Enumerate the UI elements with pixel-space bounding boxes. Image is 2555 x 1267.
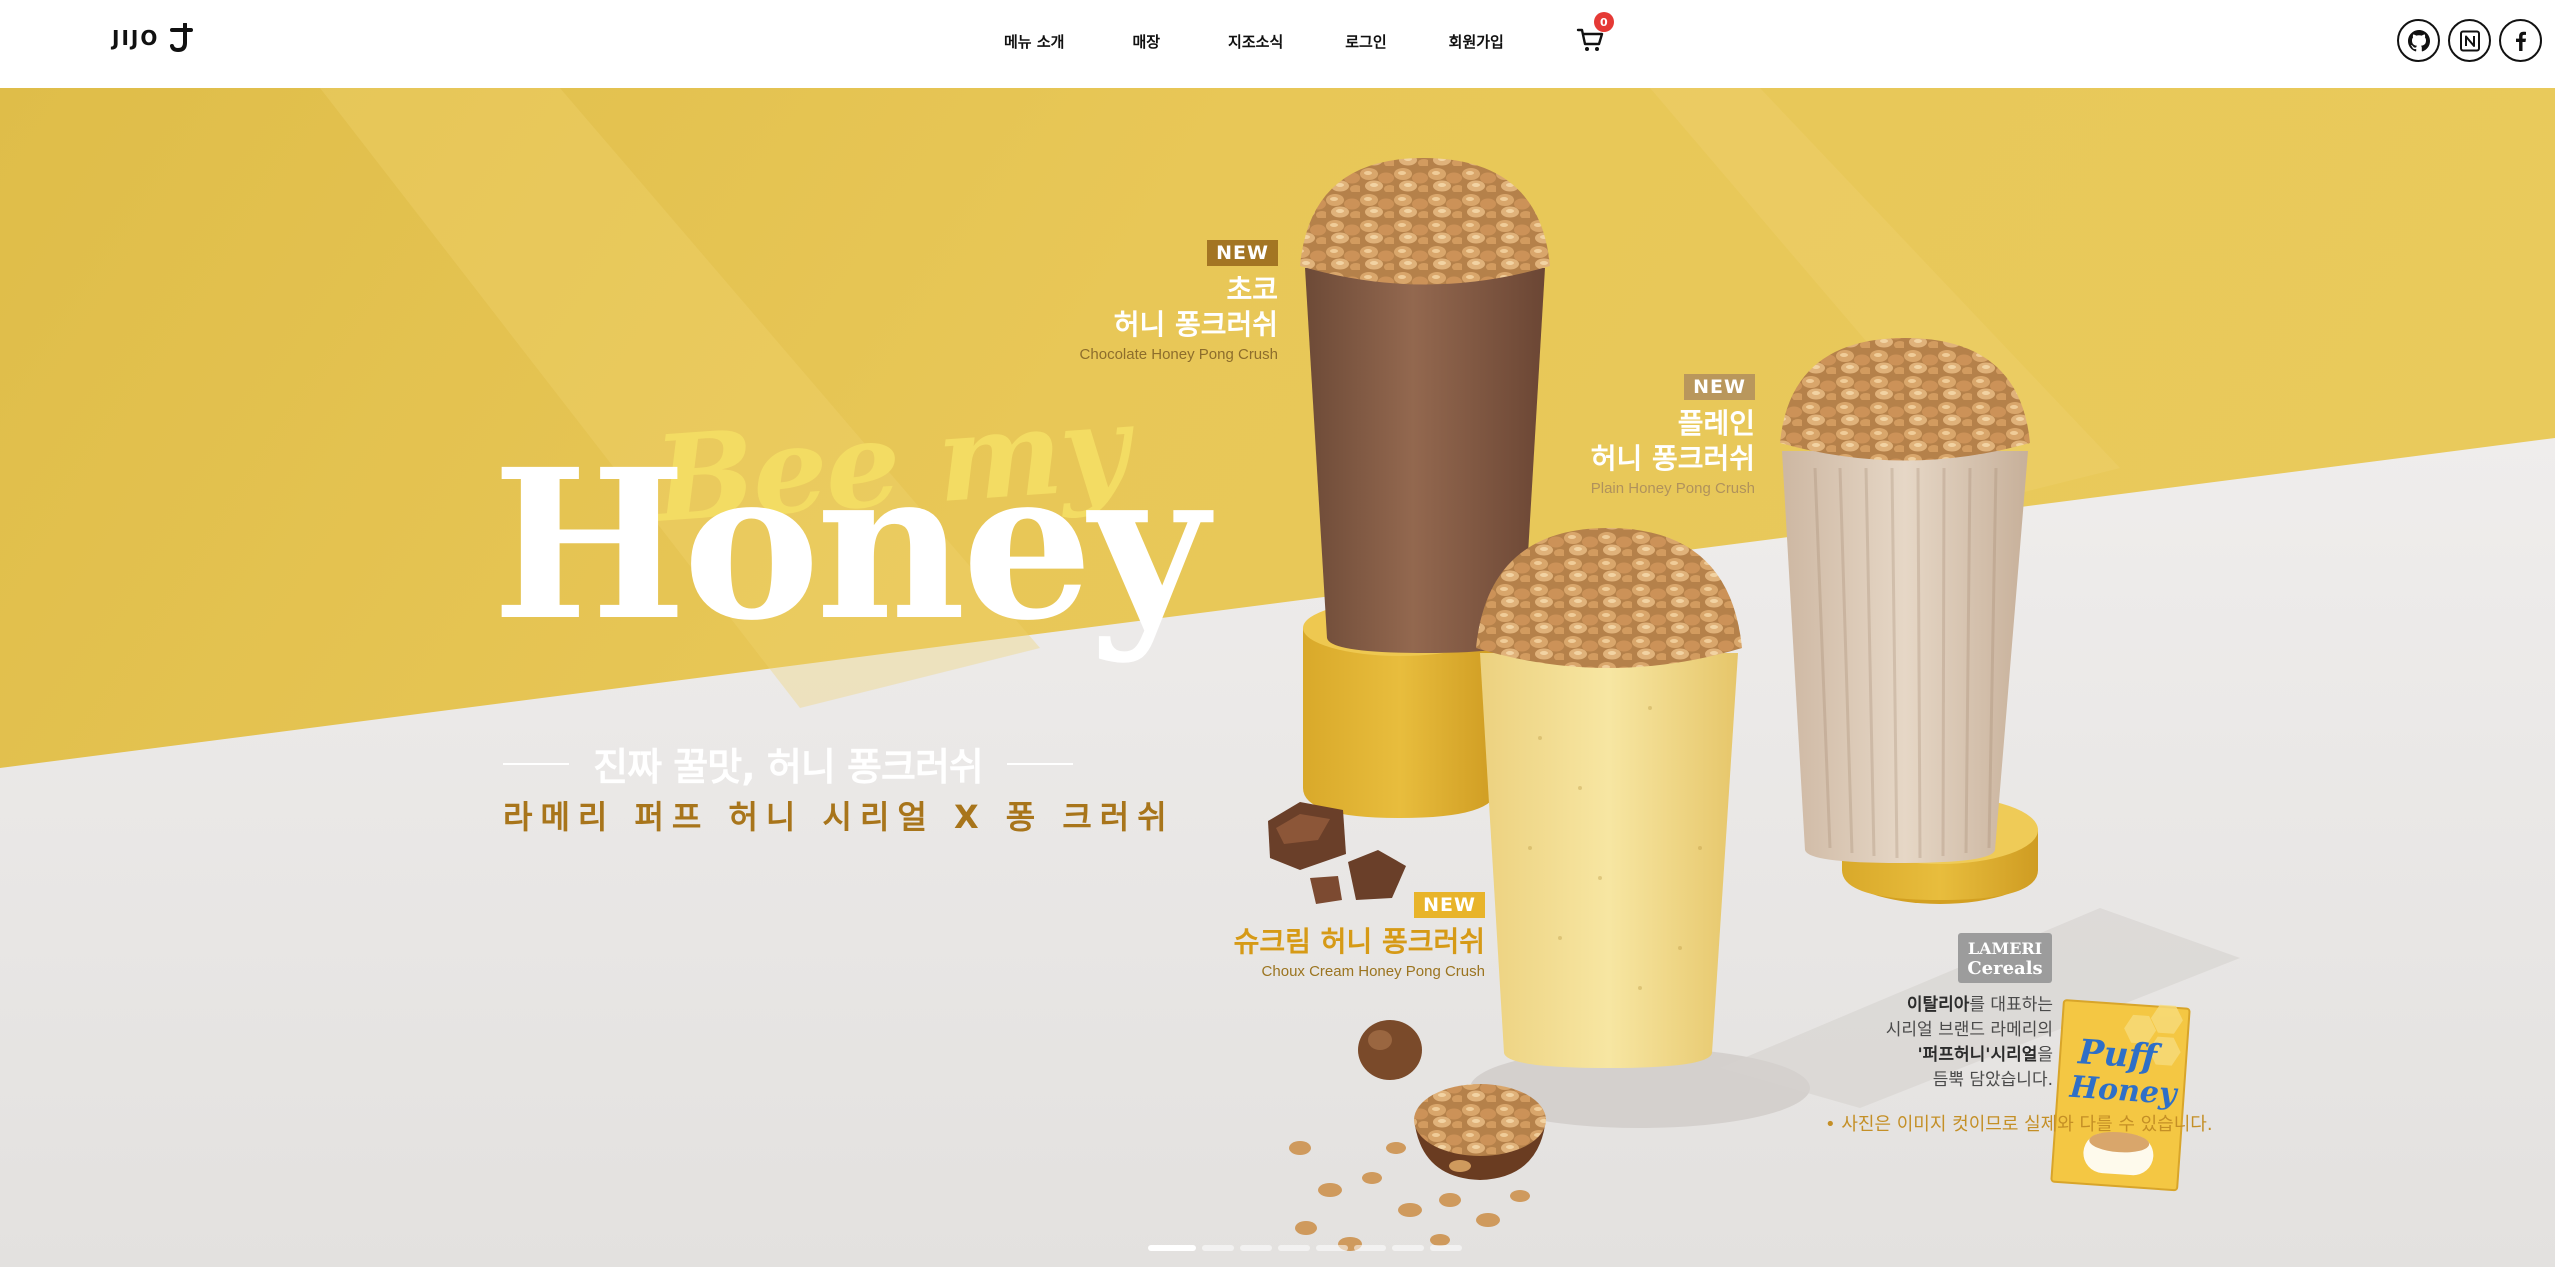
slide-dot-2[interactable] bbox=[1202, 1245, 1234, 1251]
slide-dot-5[interactable] bbox=[1316, 1245, 1348, 1251]
facebook-link[interactable] bbox=[2499, 19, 2542, 62]
nav-stores[interactable]: 매장 bbox=[1132, 31, 1160, 52]
logo-text: JIJO bbox=[112, 26, 160, 50]
new-badge: NEW bbox=[1207, 240, 1278, 266]
product-name: 초코 허니 퐁크러쉬 bbox=[1113, 273, 1278, 341]
slide-dot-7[interactable] bbox=[1392, 1245, 1424, 1251]
image-disclaimer: • 사진은 이미지 컷이므로 실제와 다를 수 있습니다. bbox=[1825, 1114, 2213, 1135]
hero-banner: Puff Honey Bee my Honey 진짜 꿀맛, 허니 퐁크러쉬 라… bbox=[0, 88, 2555, 1267]
tagline-rule-right bbox=[1006, 762, 1074, 765]
notion-link[interactable] bbox=[2448, 19, 2491, 62]
slide-dot-4[interactable] bbox=[1278, 1245, 1310, 1251]
main-nav: 메뉴 소개 매장 지조소식 로그인 회원가입 0 bbox=[1004, 12, 1614, 56]
nav-signup[interactable]: 회원가입 bbox=[1449, 31, 1504, 52]
brand-desc-line-4: 듬뿍 담았습니다. bbox=[1932, 1070, 2053, 1090]
hero-tagline: 진짜 꿀맛, 허니 퐁크러쉬 bbox=[503, 736, 1074, 791]
tagline-text: 진짜 꿀맛, 허니 퐁크러쉬 bbox=[593, 745, 984, 789]
new-badge: NEW bbox=[1414, 892, 1485, 918]
product-name: 플레인 허니 퐁크러쉬 bbox=[1590, 407, 1755, 475]
hero-sub-tagline: 라메리 퍼프 허니 시리얼 X 퐁 크러쉬 bbox=[503, 798, 1175, 836]
product-label-choco: NEW 초코 허니 퐁크러쉬 Chocolate Honey Pong Crus… bbox=[1080, 240, 1278, 363]
slider-pagination bbox=[1148, 1245, 1462, 1251]
cart-button[interactable]: 0 bbox=[1576, 12, 1614, 56]
lameri-logo: LAMERI Cereals bbox=[1958, 933, 2052, 983]
lameri-logo-line2: Cereals bbox=[1967, 958, 2043, 979]
product-name: 슈크림 허니 퐁크러쉬 bbox=[1233, 925, 1485, 958]
nav-menu-intro[interactable]: 메뉴 소개 bbox=[1004, 31, 1064, 52]
lameri-logo-line1: LAMERI bbox=[1967, 939, 2043, 958]
brand-desc-line-1: 이탈리아를 대표하는 bbox=[1906, 995, 2053, 1015]
slide-dot-6[interactable] bbox=[1354, 1245, 1386, 1251]
tagline-rule-left bbox=[503, 762, 570, 765]
product-english-name: Choux Cream Honey Pong Crush bbox=[1261, 963, 1485, 980]
hero-main-title: Honey bbox=[492, 424, 1209, 666]
product-english-name: Plain Honey Pong Crush bbox=[1590, 480, 1755, 497]
site-header: JIJO 메뉴 소개 매장 지조소식 로그인 회원가입 0 bbox=[0, 0, 2555, 88]
github-icon bbox=[2407, 29, 2430, 51]
brand-desc-line-3: '퍼프허니'시리얼을 bbox=[1917, 1045, 2053, 1065]
github-link[interactable] bbox=[2397, 19, 2440, 62]
cart-count-badge: 0 bbox=[1593, 12, 1614, 32]
product-english-name: Chocolate Honey Pong Crush bbox=[1079, 346, 1278, 363]
logo-mark-icon bbox=[169, 23, 195, 53]
product-label-plain: NEW 플레인 허니 퐁크러쉬 Plain Honey Pong Crush bbox=[1591, 374, 1755, 497]
brand-desc-line-2: 시리얼 브랜드 라메리의 bbox=[1885, 1020, 2053, 1040]
facebook-icon bbox=[2515, 31, 2526, 51]
notion-icon bbox=[2459, 30, 2480, 51]
slide-dot-1[interactable] bbox=[1148, 1245, 1196, 1251]
slide-dot-3[interactable] bbox=[1240, 1245, 1272, 1251]
product-label-choux: NEW 슈크림 허니 퐁크러쉬 Choux Cream Honey Pong C… bbox=[1234, 892, 1485, 980]
slide-dot-8[interactable] bbox=[1430, 1245, 1462, 1251]
nav-login[interactable]: 로그인 bbox=[1345, 31, 1386, 52]
site-logo[interactable]: JIJO bbox=[112, 18, 195, 58]
nav-news[interactable]: 지조소식 bbox=[1228, 31, 1283, 52]
social-links bbox=[2397, 19, 2542, 62]
new-badge: NEW bbox=[1684, 374, 1755, 400]
brand-description: 이탈리아를 대표하는 시리얼 브랜드 라메리의 '퍼프허니'시리얼을 듬뿍 담았… bbox=[1800, 993, 2053, 1093]
